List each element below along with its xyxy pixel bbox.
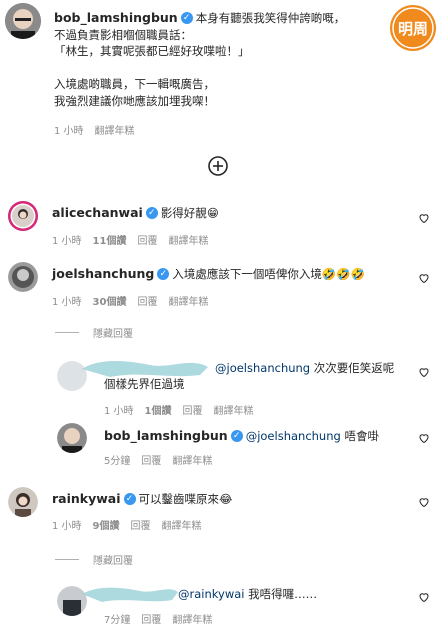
reply-body: @joelshanchung 次次要佢笑返呢 <box>215 361 395 375</box>
comment-username[interactable]: joelshanchung <box>52 266 154 281</box>
reply-body: bob_lamshingbun ✓ @joelshanchung 唔會啩 <box>104 428 379 443</box>
comment-username[interactable]: alicechanwai <box>52 205 143 220</box>
mention-link[interactable]: @rainkywai <box>178 587 244 601</box>
reply-meta: 1 小時 1個讚 回覆 翻譯年糕 <box>104 406 254 417</box>
verified-icon: ✓ <box>157 267 170 280</box>
comment-body: joelshanchung ✓ 入境處應該下一個唔俾你入境🤣🤣🤣 <box>52 266 365 281</box>
hide-replies-button[interactable]: 隱藏回覆 <box>55 322 133 341</box>
verified-icon: ✓ <box>230 429 243 442</box>
reply-body-line2: 個樣先界佢過境 <box>104 377 185 391</box>
comment-body: alicechanwai ✓ 影得好靚😁 <box>52 205 219 220</box>
reply-meta: 5分鐘 回覆 翻譯年糕 <box>104 456 213 467</box>
mention-link[interactable]: @joelshanchung <box>215 361 310 375</box>
comment-username[interactable]: rainkywai <box>52 491 121 506</box>
heart-icon[interactable] <box>418 366 430 378</box>
verified-icon: ✓ <box>145 206 158 219</box>
avatar[interactable] <box>8 487 38 517</box>
post-username[interactable]: bob_lamshingbun <box>54 10 178 25</box>
avatar[interactable] <box>57 423 87 453</box>
logo: 明周 <box>389 4 437 52</box>
hide-replies-button[interactable]: 隱藏回覆 <box>55 549 133 568</box>
post-meta: 1 小時 翻譯年糕 <box>54 126 135 137</box>
redacted-username <box>80 582 180 606</box>
comment-meta: 1 小時 30個讚 回覆 翻譯年糕 <box>52 297 209 308</box>
heart-icon[interactable] <box>418 212 430 224</box>
comment-meta: 1 小時 11個讚 回覆 翻譯年糕 <box>52 236 209 247</box>
comment-body: rainkywai ✓ 可以鑿齒喋原來😂 <box>52 491 233 506</box>
reply-meta: 7分鐘 回覆 翻譯年糕 <box>104 615 213 626</box>
post-caption: bob_lamshingbun ✓ 本身有聽張我笑得仲誇啲嘅， 不過負責影相嗰個職員… <box>54 10 346 108</box>
avatar[interactable] <box>8 262 38 292</box>
mention-link[interactable]: @joelshanchung <box>246 429 341 443</box>
reply-body: @rainkywai 我唔得囉…… <box>178 587 318 601</box>
verified-icon: ✓ <box>180 11 193 24</box>
reply-username[interactable]: bob_lamshingbun <box>104 428 228 443</box>
logo-text: 明周 <box>398 20 428 38</box>
avatar[interactable] <box>8 201 38 231</box>
heart-icon[interactable] <box>418 591 430 603</box>
verified-icon: ✓ <box>123 492 136 505</box>
avatar[interactable] <box>5 3 41 39</box>
heart-icon[interactable] <box>418 496 430 508</box>
load-more-icon[interactable] <box>208 156 228 176</box>
comment-meta: 1 小時 9個讚 回覆 翻譯年糕 <box>52 521 202 532</box>
heart-icon[interactable] <box>418 272 430 284</box>
heart-icon[interactable] <box>418 432 430 444</box>
